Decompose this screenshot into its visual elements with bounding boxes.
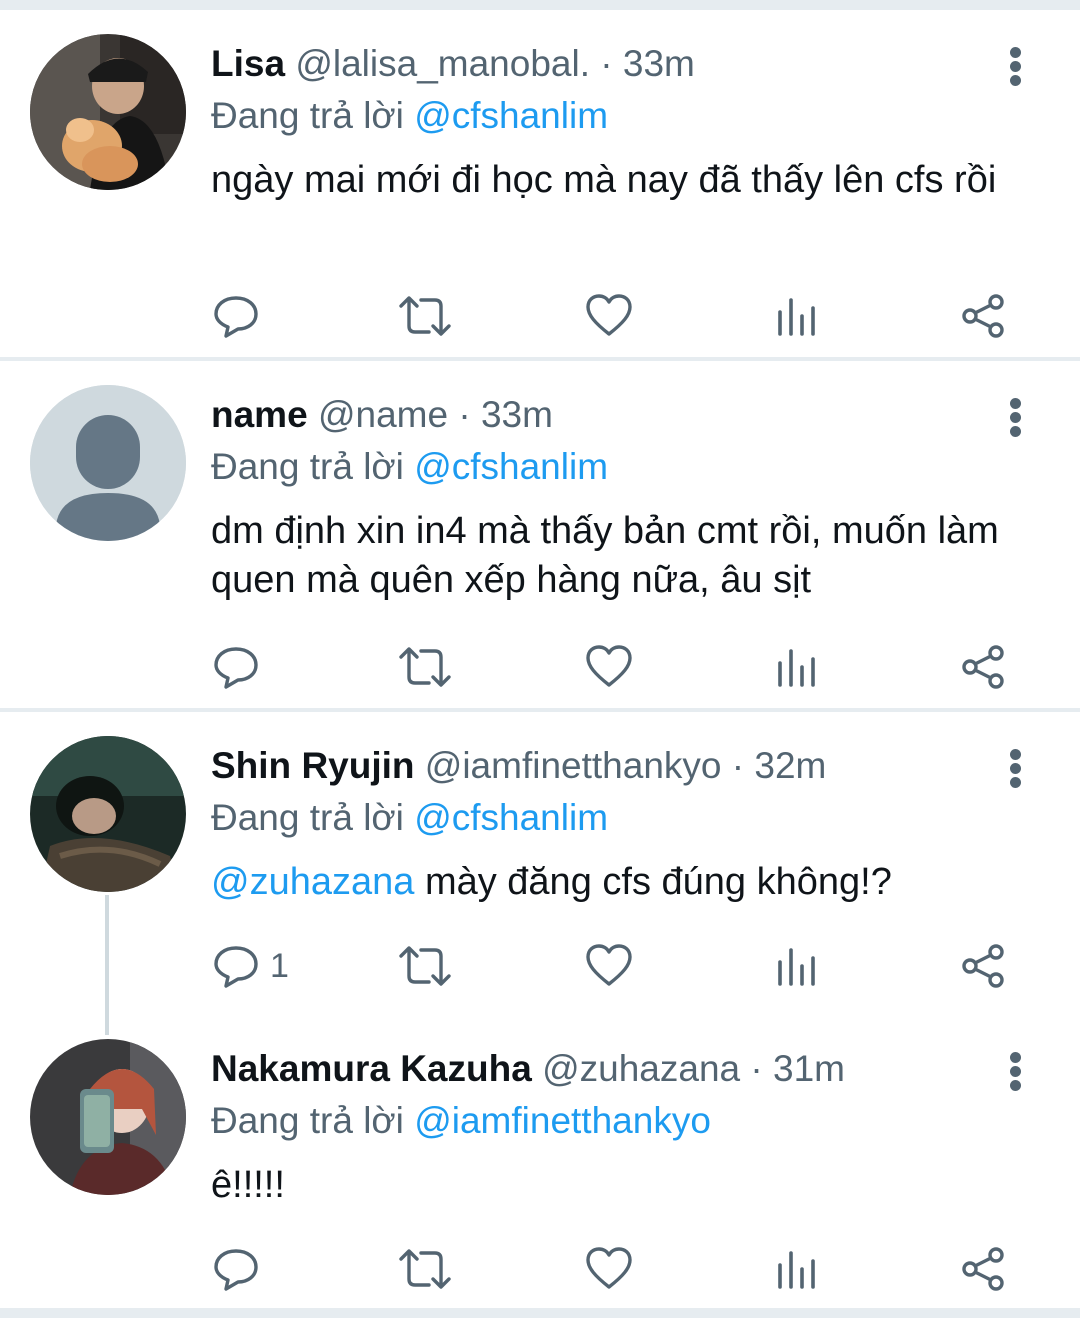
- tweet-header: Nakamura Kazuha @zuhazana · 31m: [211, 1043, 845, 1095]
- analytics-icon: [778, 649, 815, 687]
- reply-button[interactable]: [212, 637, 312, 697]
- user-handle[interactable]: @iamfinetthankyo: [425, 745, 722, 786]
- more-icon[interactable]: [996, 1047, 1036, 1095]
- more-icon[interactable]: [996, 744, 1036, 792]
- replying-prefix: Đang trả lời: [211, 446, 404, 487]
- timestamp[interactable]: 33m: [623, 43, 695, 84]
- reply-button[interactable]: [212, 1239, 312, 1299]
- retweet-button[interactable]: [397, 286, 457, 346]
- text-mention[interactable]: @zuhazana: [211, 861, 414, 903]
- retweet-button[interactable]: [397, 1239, 457, 1299]
- share-icon: [962, 645, 1004, 689]
- share-icon: [962, 294, 1004, 338]
- reply-to-mention[interactable]: @cfshanlim: [414, 95, 608, 136]
- analytics-button[interactable]: [776, 286, 836, 346]
- replying-prefix: Đang trả lời: [211, 95, 404, 136]
- avatar[interactable]: [30, 736, 186, 892]
- avatar[interactable]: [30, 1039, 186, 1195]
- retweet-icon: [399, 647, 451, 687]
- tweet-actions: [0, 637, 1080, 697]
- tweet-divider: [0, 708, 1080, 712]
- share-button[interactable]: [960, 1239, 1020, 1299]
- tweet-divider: [0, 357, 1080, 361]
- replying-to: Đang trả lời @cfshanlim: [211, 441, 608, 493]
- tweet-actions: 1: [0, 936, 1080, 996]
- timestamp[interactable]: 31m: [773, 1048, 845, 1089]
- tweet-header: Lisa @lalisa_manobal. · 33m: [211, 38, 695, 90]
- analytics-icon: [778, 948, 815, 986]
- top-divider: [0, 0, 1080, 10]
- timestamp[interactable]: 32m: [754, 745, 826, 786]
- like-icon: [586, 645, 632, 687]
- retweet-button[interactable]: [397, 936, 457, 996]
- bottom-divider: [0, 1308, 1080, 1318]
- reply-to-mention[interactable]: @cfshanlim: [414, 446, 608, 487]
- like-button[interactable]: [585, 936, 645, 996]
- tweet-header: name @name · 33m: [211, 389, 553, 441]
- share-button[interactable]: [960, 637, 1020, 697]
- display-name[interactable]: name: [211, 394, 308, 435]
- separator-dot: ·: [600, 43, 613, 84]
- retweet-icon: [399, 946, 451, 986]
- replying-to: Đang trả lời @cfshanlim: [211, 90, 608, 142]
- more-icon[interactable]: [996, 42, 1036, 90]
- like-button[interactable]: [585, 286, 645, 346]
- user-handle[interactable]: @lalisa_manobal.: [295, 43, 590, 84]
- reply-button[interactable]: [212, 286, 312, 346]
- retweet-button[interactable]: [397, 637, 457, 697]
- tweet-actions: [0, 286, 1080, 346]
- analytics-button[interactable]: [776, 936, 836, 996]
- tweet-text: ngày mai mới đi học mà nay đã thấy lên c…: [211, 159, 997, 201]
- reply-icon: [214, 1249, 258, 1291]
- analytics-button[interactable]: [776, 1239, 836, 1299]
- display-name[interactable]: Lisa: [211, 43, 285, 84]
- reply-to-mention[interactable]: @iamfinetthankyo: [414, 1100, 711, 1141]
- display-name[interactable]: Shin Ryujin: [211, 745, 415, 786]
- tweet-header: Shin Ryujin @iamfinetthankyo · 32m: [211, 740, 826, 792]
- tweet-text: dm định xin in4 mà thấy bản cmt rồi, muố…: [211, 510, 999, 601]
- like-button[interactable]: [585, 637, 645, 697]
- reply-icon: [214, 647, 258, 689]
- replying-to: Đang trả lời @iamfinetthankyo: [211, 1095, 711, 1147]
- reply-button[interactable]: 1: [212, 936, 312, 996]
- separator-dot: ·: [731, 745, 745, 786]
- retweet-icon: [399, 296, 451, 336]
- share-icon: [962, 944, 1004, 988]
- like-icon: [586, 944, 632, 986]
- like-icon: [586, 1247, 632, 1289]
- reply-to-mention[interactable]: @cfshanlim: [414, 797, 608, 838]
- replying-to: Đang trả lời @cfshanlim: [211, 792, 608, 844]
- analytics-button[interactable]: [776, 637, 836, 697]
- timestamp[interactable]: 33m: [481, 394, 553, 435]
- replying-prefix: Đang trả lời: [211, 1100, 404, 1141]
- avatar[interactable]: [30, 385, 186, 541]
- text-body: mày đăng cfs đúng không!?: [414, 861, 892, 903]
- separator-dot: ·: [458, 394, 471, 435]
- share-icon: [962, 1247, 1004, 1291]
- reply-count: 1: [270, 947, 289, 985]
- reply-icon: [214, 946, 258, 988]
- tweet-text: ê!!!!!: [211, 1164, 285, 1206]
- user-handle[interactable]: @zuhazana: [542, 1048, 740, 1089]
- separator-dot: ·: [750, 1048, 763, 1089]
- avatar[interactable]: [30, 34, 186, 190]
- user-handle[interactable]: @name: [318, 394, 448, 435]
- tweet-text: @zuhazana mày đăng cfs đúng không!?: [211, 858, 1041, 907]
- display-name[interactable]: Nakamura Kazuha: [211, 1048, 532, 1089]
- replying-prefix: Đang trả lời: [211, 797, 404, 838]
- like-button[interactable]: [585, 1239, 645, 1299]
- share-button[interactable]: [960, 286, 1020, 346]
- analytics-icon: [778, 1251, 815, 1289]
- more-icon[interactable]: [996, 393, 1036, 441]
- tweet-actions: [0, 1239, 1080, 1299]
- like-icon: [586, 294, 632, 336]
- analytics-icon: [778, 298, 815, 336]
- reply-icon: [214, 296, 258, 338]
- retweet-icon: [399, 1249, 451, 1289]
- share-button[interactable]: [960, 936, 1020, 996]
